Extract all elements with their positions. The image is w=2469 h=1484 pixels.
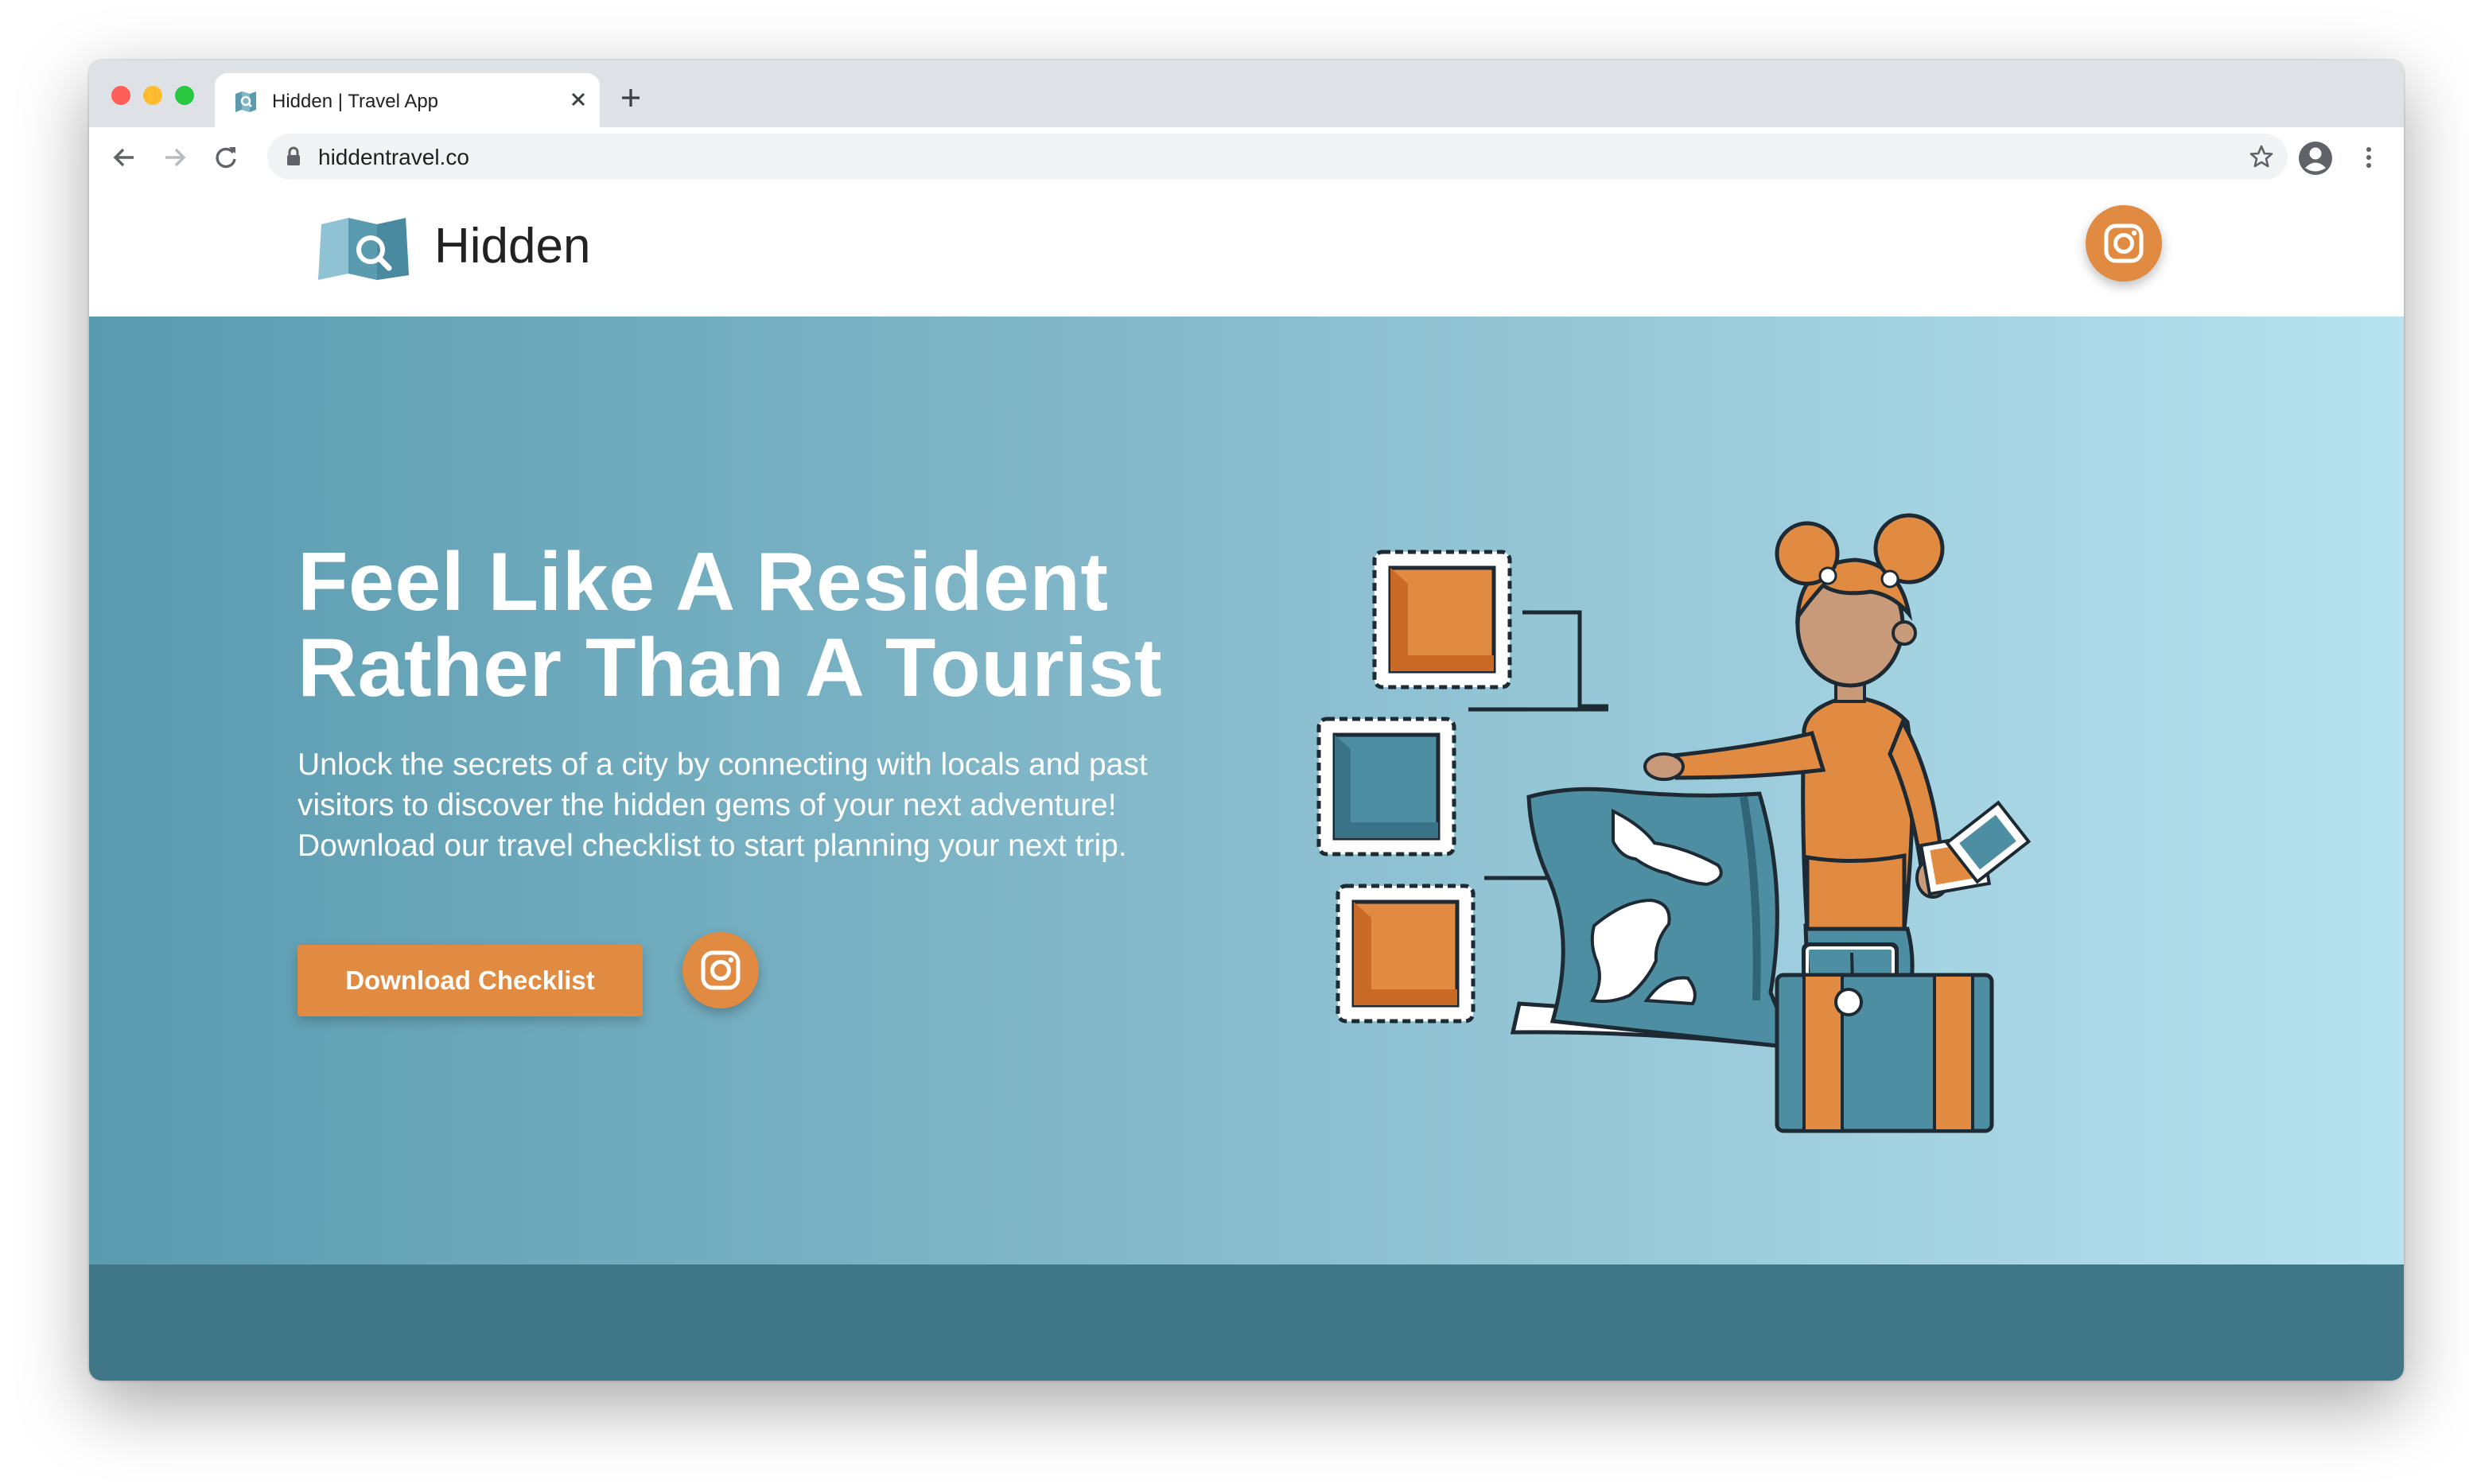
forward-arrow-icon[interactable] [161,143,189,172]
tab-title: Hidden | Travel App [272,91,439,112]
plus-icon[interactable] [617,84,644,111]
url-text: hiddentravel.co [318,145,469,169]
back-arrow-icon[interactable] [110,143,138,172]
browser-toolbar: hiddentravel.co [89,127,2404,191]
stamp-blue [1316,717,1456,857]
map-favicon-icon [235,91,256,112]
instagram-icon [2104,223,2144,263]
traveler-illustration [1316,513,2032,1133]
kebab-menu-icon[interactable] [2354,143,2383,172]
stamp-orange-top [1372,550,1512,690]
minimize-window-button[interactable] [143,86,162,105]
footer-band [89,1265,2404,1381]
map-scroll [1510,787,1804,1051]
browser-window: Hidden | Travel App hiddentravel.co Hidd… [89,60,2404,1381]
tab-strip: Hidden | Travel App [89,60,2404,129]
instagram-button[interactable] [2086,205,2162,282]
hero-subtitle: Unlock the secrets of a city by connecti… [297,748,1148,863]
stamp-orange-bottom [1336,884,1476,1024]
close-window-button[interactable] [111,86,130,105]
reload-icon[interactable] [212,143,240,172]
close-icon[interactable] [565,86,592,113]
instagram-icon [701,950,741,990]
maximize-window-button[interactable] [175,86,194,105]
brand-name[interactable]: Hidden [434,218,590,274]
active-tab[interactable]: Hidden | Travel App [215,73,600,129]
site-header: Hidden [89,189,2404,317]
star-icon[interactable] [2248,143,2275,170]
account-icon[interactable] [2297,140,2334,177]
hero-title: Feel Like A Resident Rather Than A Touri… [297,539,1332,711]
instagram-button-hero[interactable] [682,932,759,1008]
lock-icon [287,146,300,165]
map-search-logo-icon[interactable] [317,216,410,282]
hero-section: Feel Like A Resident Rather Than A Touri… [89,317,2404,1265]
hero-title-line-2: Rather Than A Tourist [297,622,1163,714]
web-page: Hidden Feel Like A Resident Rather Than … [89,189,2404,1381]
address-bar[interactable]: hiddentravel.co [267,134,2288,180]
hero-title-line-1: Feel Like A Resident [297,536,1109,628]
download-checklist-button[interactable]: Download Checklist [297,945,643,1016]
